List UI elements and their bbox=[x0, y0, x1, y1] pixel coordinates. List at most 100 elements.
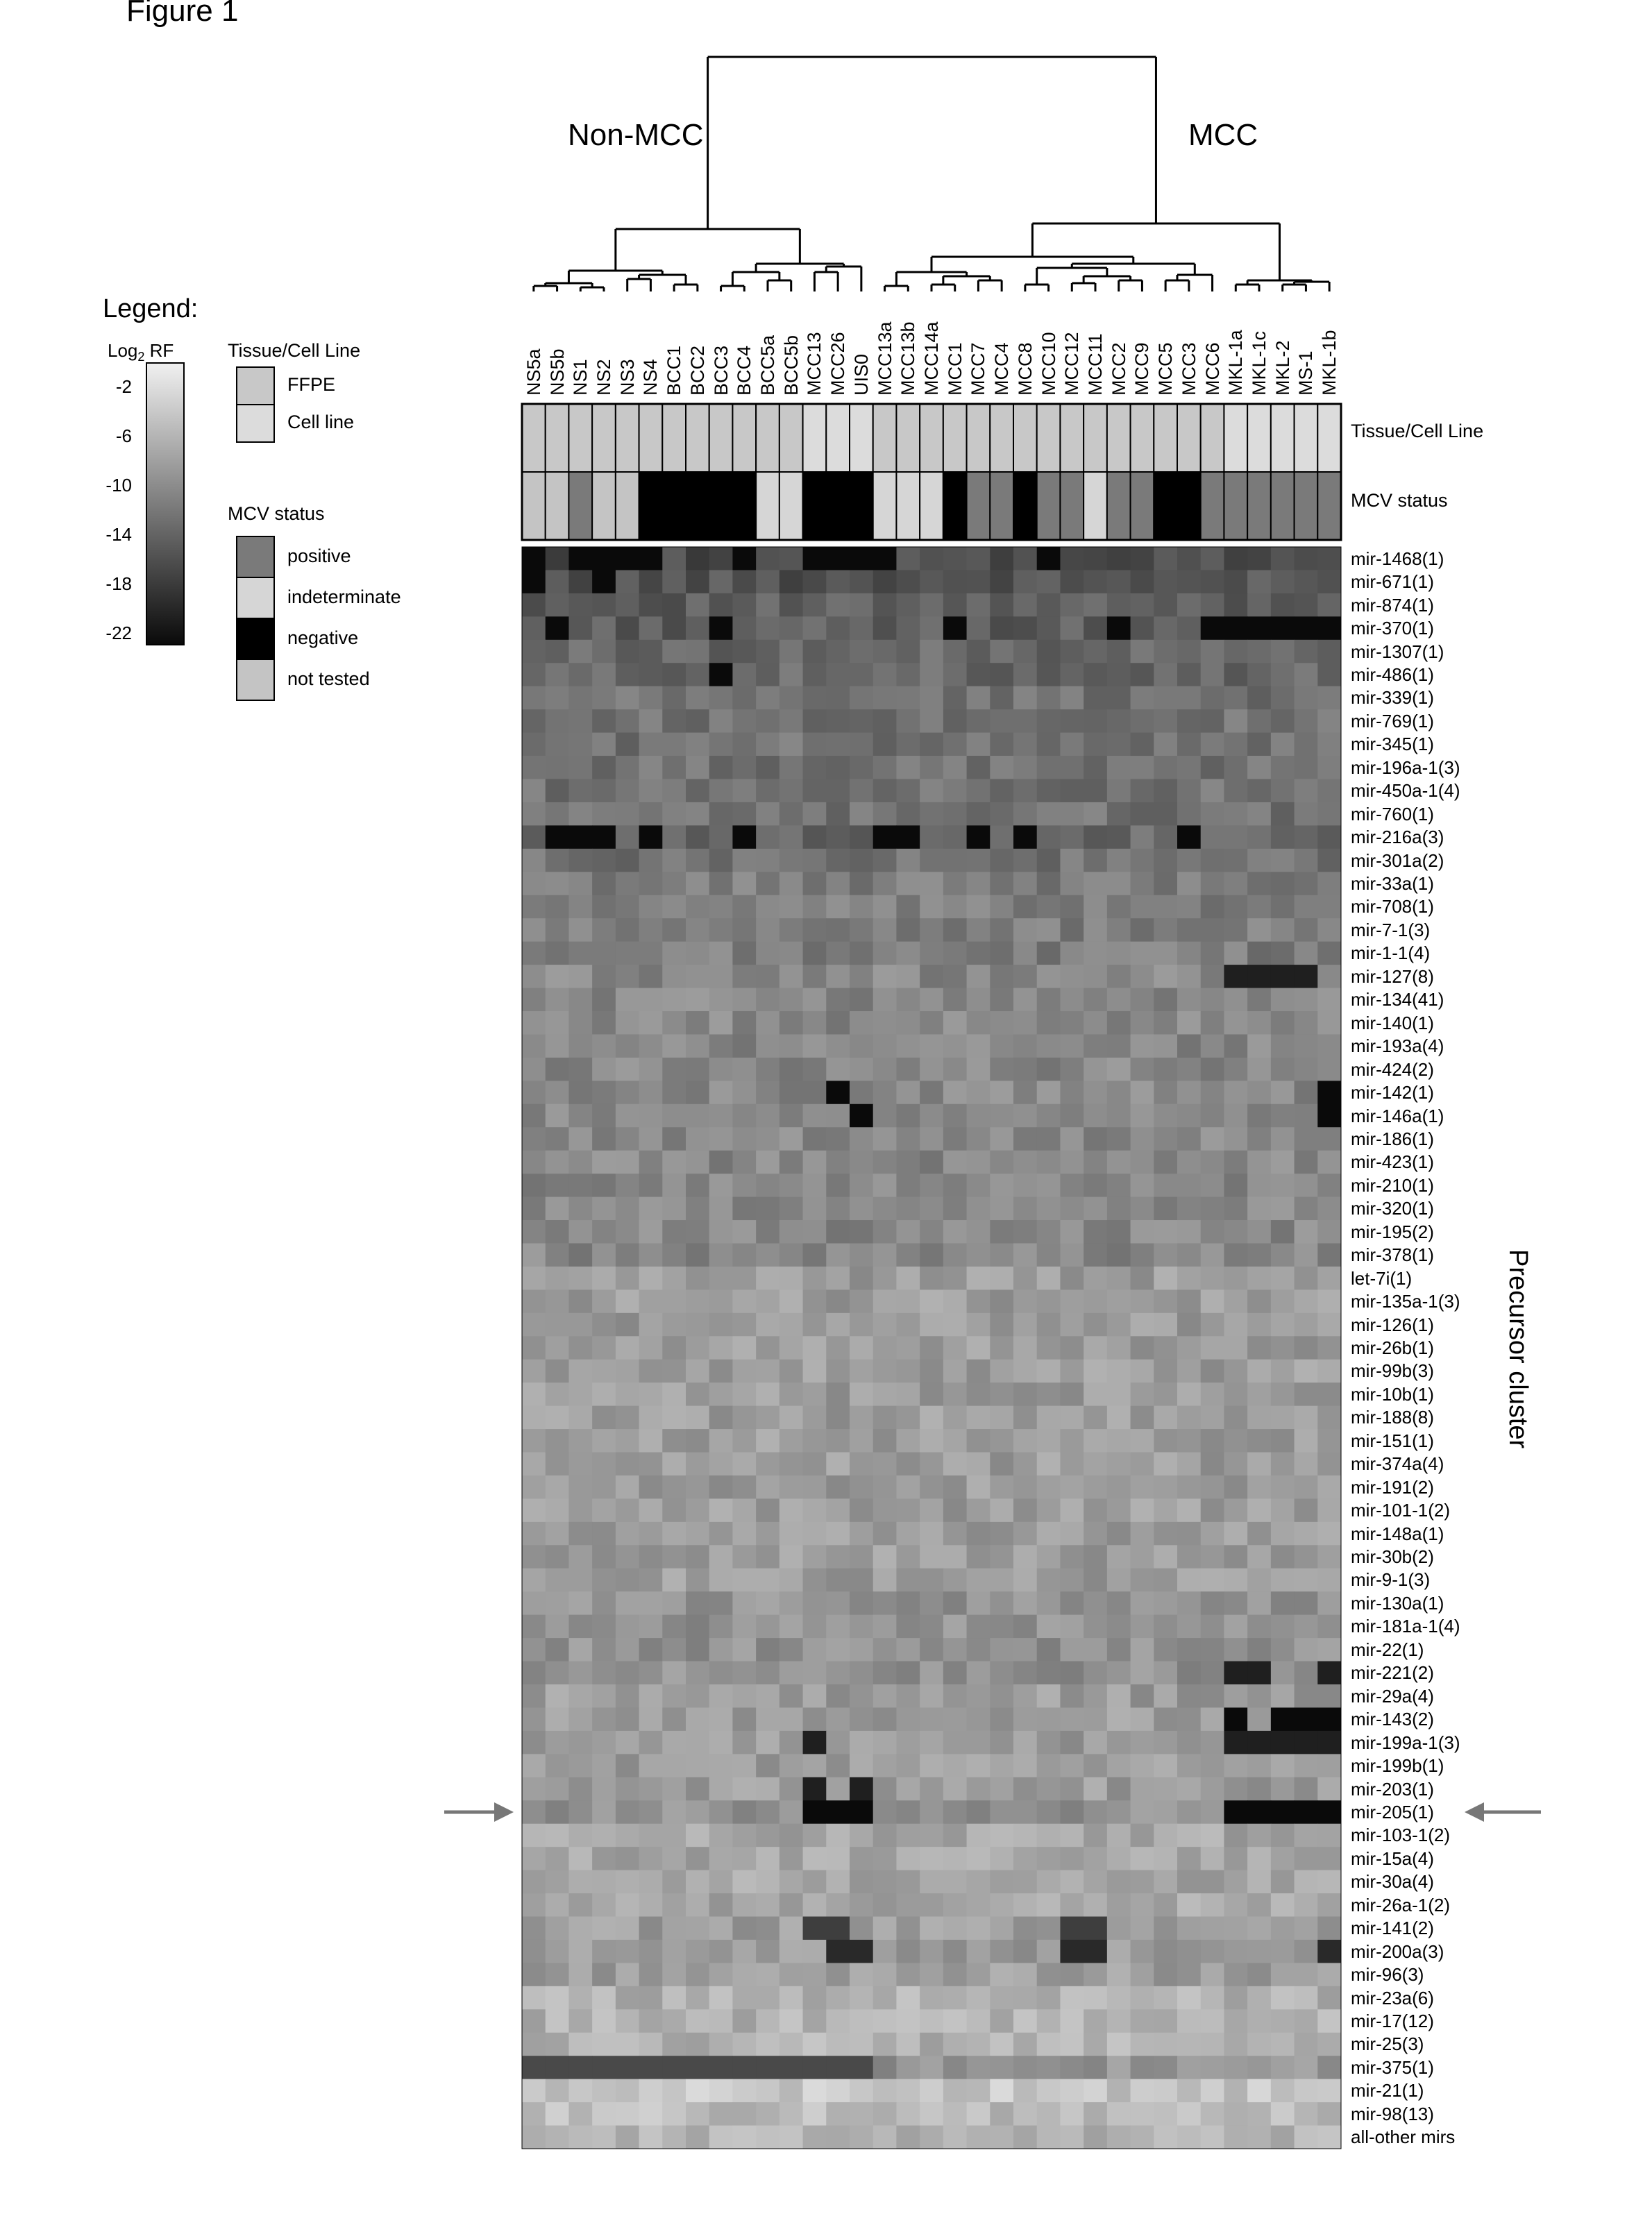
heatmap-cell bbox=[1270, 1010, 1295, 1035]
heatmap-cell bbox=[873, 2056, 897, 2080]
heatmap-cell bbox=[943, 1684, 968, 1708]
heatmap-cell bbox=[1084, 1475, 1108, 1499]
heatmap-cell bbox=[920, 756, 944, 779]
heatmap-cell bbox=[779, 1545, 804, 1569]
heatmap-cell bbox=[522, 1220, 546, 1244]
heatmap-cell bbox=[1036, 1521, 1061, 1546]
heatmap-cell bbox=[802, 1174, 827, 1198]
heatmap-cell bbox=[1084, 1127, 1108, 1151]
heatmap-cell bbox=[568, 1220, 593, 1244]
heatmap-cell bbox=[1177, 2102, 1202, 2126]
heatmap-cell bbox=[779, 988, 804, 1012]
heatmap-cell bbox=[943, 1312, 968, 1337]
heatmap-cell bbox=[920, 848, 944, 872]
heatmap-cell bbox=[1130, 1638, 1154, 1662]
heatmap-cell bbox=[873, 1730, 897, 1754]
heatmap-cell bbox=[1106, 1382, 1131, 1407]
heatmap-cell bbox=[826, 1777, 850, 1801]
heatmap-cell bbox=[1154, 1127, 1178, 1151]
heatmap-cell bbox=[850, 1614, 874, 1639]
heatmap-cell bbox=[850, 895, 874, 919]
heatmap-cell bbox=[779, 1754, 804, 1778]
heatmap-cell bbox=[1084, 616, 1108, 641]
heatmap-cell bbox=[1294, 1591, 1318, 1616]
heatmap-cell bbox=[568, 1707, 593, 1732]
heatmap-cell bbox=[850, 1754, 874, 1778]
heatmap-cell bbox=[756, 1823, 780, 1847]
row-label: mir-423(1) bbox=[1351, 1151, 1434, 1173]
heatmap-cell bbox=[592, 593, 616, 617]
heatmap-cell bbox=[568, 1986, 593, 2010]
heatmap-cell bbox=[686, 1545, 710, 1569]
tissue-cell bbox=[1270, 403, 1295, 473]
heatmap-cell bbox=[873, 1847, 897, 1871]
heatmap-cell bbox=[1036, 686, 1061, 710]
mcv-cell bbox=[661, 471, 686, 541]
heatmap-cell bbox=[545, 1545, 569, 1569]
heatmap-cell bbox=[920, 1707, 944, 1732]
heatmap-cell bbox=[1060, 756, 1084, 779]
heatmap-cell bbox=[896, 1638, 920, 1662]
heatmap-cell bbox=[639, 848, 663, 872]
heatmap-cell bbox=[1270, 1800, 1295, 1825]
heatmap-cell bbox=[1130, 1475, 1154, 1499]
heatmap-cell bbox=[686, 988, 710, 1012]
heatmap-cell bbox=[592, 1382, 616, 1407]
heatmap-cell bbox=[1084, 1638, 1108, 1662]
heatmap-cell bbox=[779, 1707, 804, 1732]
heatmap-cell bbox=[1084, 941, 1108, 965]
heatmap-cell bbox=[615, 1336, 640, 1360]
heatmap-cell bbox=[1317, 1545, 1342, 1569]
heatmap-cell bbox=[850, 1800, 874, 1825]
heatmap-cell bbox=[568, 848, 593, 872]
heatmap-cell bbox=[568, 1963, 593, 1987]
heatmap-cell bbox=[662, 1127, 686, 1151]
heatmap-cell bbox=[850, 1893, 874, 1918]
heatmap-cell bbox=[1224, 2009, 1248, 2033]
row-label: mir-200a(3) bbox=[1351, 1940, 1444, 1962]
heatmap-cell bbox=[1106, 2125, 1131, 2149]
heatmap-cell bbox=[920, 2102, 944, 2126]
heatmap-cell bbox=[1036, 2009, 1061, 2033]
heatmap-cell bbox=[639, 1893, 663, 1918]
heatmap-cell bbox=[568, 1057, 593, 1081]
heatmap-cell bbox=[826, 1870, 850, 1894]
heatmap-cell bbox=[662, 1800, 686, 1825]
heatmap-cell bbox=[1084, 918, 1108, 942]
heatmap-cell bbox=[1270, 918, 1295, 942]
heatmap-cell bbox=[1154, 2056, 1178, 2080]
heatmap-cell bbox=[1200, 1777, 1224, 1801]
heatmap-cell bbox=[779, 1730, 804, 1754]
heatmap-cell bbox=[568, 593, 593, 617]
heatmap-cell bbox=[1084, 779, 1108, 803]
heatmap-cell bbox=[1270, 2032, 1295, 2056]
heatmap-cell bbox=[1130, 1870, 1154, 1894]
heatmap-cell bbox=[1270, 1963, 1295, 1987]
heatmap-cell bbox=[522, 2056, 546, 2080]
heatmap-cell bbox=[896, 918, 920, 942]
heatmap-cell bbox=[639, 2032, 663, 2056]
heatmap-cell bbox=[522, 2032, 546, 2056]
heatmap-cell bbox=[850, 1684, 874, 1708]
heatmap-cell bbox=[896, 825, 920, 849]
heatmap-cell bbox=[873, 1521, 897, 1546]
heatmap-cell bbox=[756, 1034, 780, 1058]
heatmap-cell bbox=[1084, 1521, 1108, 1546]
heatmap-cell bbox=[1130, 1312, 1154, 1337]
heatmap-cell bbox=[662, 802, 686, 826]
heatmap-cell bbox=[1084, 1591, 1108, 1616]
heatmap-cell bbox=[802, 1382, 827, 1407]
heatmap-cell bbox=[826, 1429, 850, 1453]
heatmap-cell bbox=[1060, 593, 1084, 617]
heatmap-cell bbox=[522, 1823, 546, 1847]
column-label: MCC13 bbox=[804, 332, 825, 396]
heatmap-cell bbox=[1130, 1916, 1154, 1940]
heatmap-cell bbox=[873, 1800, 897, 1825]
heatmap-cell bbox=[756, 1777, 780, 1801]
heatmap-cell bbox=[1224, 2125, 1248, 2149]
heatmap-cell bbox=[779, 1986, 804, 2010]
heatmap-cell bbox=[966, 616, 991, 641]
heatmap-cell bbox=[873, 1545, 897, 1569]
tissue-cell bbox=[708, 403, 734, 473]
heatmap-cell bbox=[615, 965, 640, 989]
